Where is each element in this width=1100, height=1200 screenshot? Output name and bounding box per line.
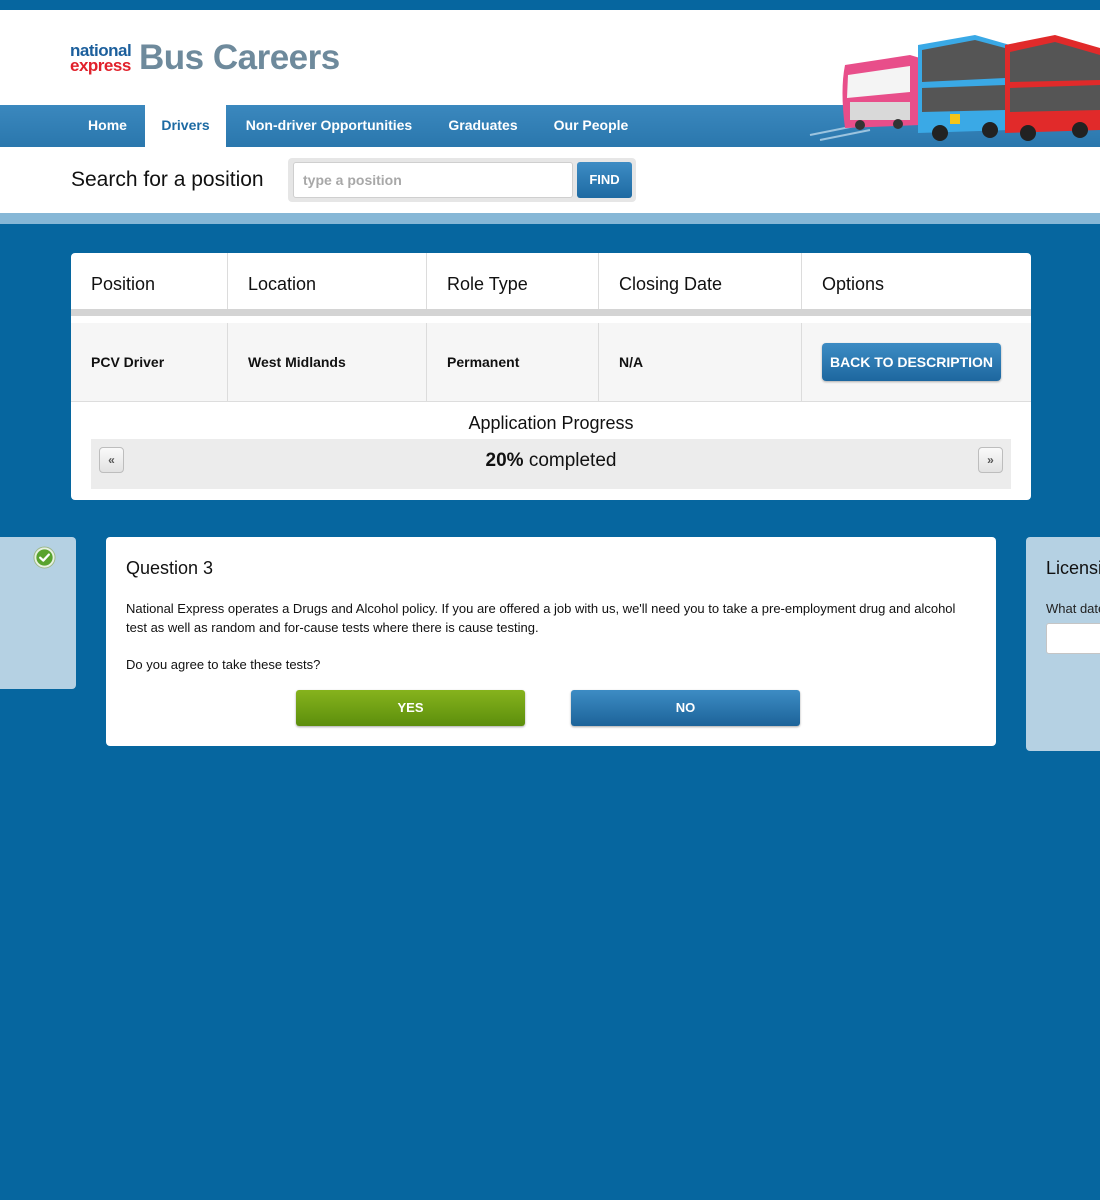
question-title: Question 3 (126, 558, 214, 578)
previous-question-card[interactable] (0, 537, 76, 689)
cell-role-type: Permanent (427, 323, 599, 401)
search-box: FIND (288, 158, 636, 202)
yes-button[interactable]: YES (296, 690, 525, 726)
question-prompt: Do you agree to take these tests? (126, 657, 321, 672)
nav-item-non-driver-opportunities[interactable]: Non-driver Opportunities (226, 105, 432, 147)
table-header-row: Position Location Role Type Closing Date… (71, 253, 1031, 316)
header-options: Options (822, 274, 885, 294)
header-divider (0, 213, 1100, 224)
nav-item-graduates[interactable]: Graduates (432, 105, 534, 147)
bus-illustration (809, 35, 1100, 141)
question-body: National Express operates a Drugs and Al… (126, 601, 956, 635)
no-button[interactable]: NO (571, 690, 800, 726)
nav-item-home[interactable]: Home (70, 105, 145, 147)
cell-position: PCV Driver (71, 323, 228, 401)
next-question-button[interactable]: » (978, 447, 1003, 473)
site-title[interactable]: Bus Careers (139, 38, 340, 78)
national-express-logo[interactable]: national express (70, 42, 132, 75)
search-bar: Search for a position FIND (0, 147, 1100, 213)
next-card-title: Licensi (1046, 558, 1100, 578)
job-summary-card: Position Location Role Type Closing Date… (71, 253, 1031, 500)
header-location: Location (228, 253, 427, 309)
nav-item-drivers[interactable]: Drivers (145, 93, 226, 147)
progress-suffix: completed (528, 450, 617, 471)
header-closing-date: Closing Date (599, 253, 802, 309)
cell-closing-date: N/A (599, 323, 802, 401)
search-label: Search for a position (71, 168, 264, 191)
header-position: Position (71, 253, 228, 309)
cell-location: West Midlands (228, 323, 427, 401)
next-card-date-field[interactable] (1046, 623, 1100, 654)
progress-percent: 20% (485, 450, 524, 471)
next-question-card[interactable]: Licensi What date (1026, 537, 1100, 751)
progress-bar: 20% completed « » (91, 439, 1011, 489)
check-icon (33, 546, 56, 569)
previous-question-button[interactable]: « (99, 447, 124, 473)
table-row: PCV Driver West Midlands Permanent N/A B… (71, 323, 1031, 402)
next-card-question: What date (1046, 601, 1100, 616)
nav-item-our-people[interactable]: Our People (534, 105, 648, 147)
top-strip (0, 0, 1100, 10)
progress-text: 20% completed (91, 439, 1011, 483)
question-card: Question 3 National Express operates a D… (106, 537, 996, 746)
back-to-description-button[interactable]: BACK TO DESCRIPTION (822, 343, 1001, 381)
search-input[interactable] (293, 162, 573, 198)
logo-line2: express (70, 56, 131, 75)
progress-title: Application Progress (468, 413, 634, 433)
header-role-type: Role Type (427, 253, 599, 309)
find-button[interactable]: FIND (577, 162, 632, 198)
